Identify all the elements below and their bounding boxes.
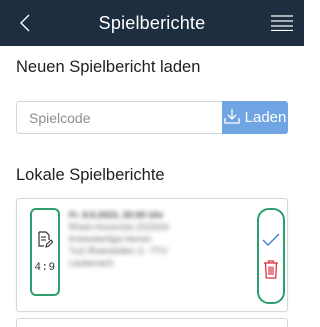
local-section-title: Lokale Spielberichte [16, 166, 165, 184]
report-teams: TuS Rheinböllen 3 - TTV [69, 246, 168, 256]
load-button[interactable]: Laden [222, 101, 288, 134]
download-icon [223, 108, 240, 128]
report-actions [257, 208, 285, 304]
document-edit-icon [37, 230, 54, 254]
game-code-input[interactable] [16, 101, 222, 134]
load-section-title: Neuen Spielbericht laden [16, 58, 201, 76]
report-date: Fr. 8.9.2023, 20:00 Uhr [69, 210, 164, 220]
trash-icon[interactable] [263, 259, 279, 279]
load-button-label: Laden [244, 109, 287, 126]
chevron-left-icon[interactable] [14, 10, 36, 36]
report-details: Fr. 8.9.2023, 20:00 Uhr Rhein-Hunsrück 2… [69, 209, 247, 269]
report-score-box: 4:9 [30, 208, 60, 296]
report-card-next[interactable] [16, 318, 288, 327]
code-input-group: Laden [16, 101, 288, 134]
report-score: 4:9 [34, 261, 56, 274]
page-title: Spielberichte [98, 12, 206, 33]
report-league-region: Rhein-Hunsrück 2023/24 [69, 222, 169, 232]
report-league-class: Kreisoberliga Herren [69, 234, 152, 244]
hamburger-menu-icon[interactable] [270, 12, 294, 34]
app-header: Spielberichte [0, 0, 304, 46]
report-card[interactable]: 4:9 Fr. 8.9.2023, 20:00 Uhr Rhein-Hunsrü… [16, 198, 288, 312]
report-teams-continued: Laubenach [69, 258, 114, 268]
checkmark-icon[interactable] [262, 233, 280, 247]
